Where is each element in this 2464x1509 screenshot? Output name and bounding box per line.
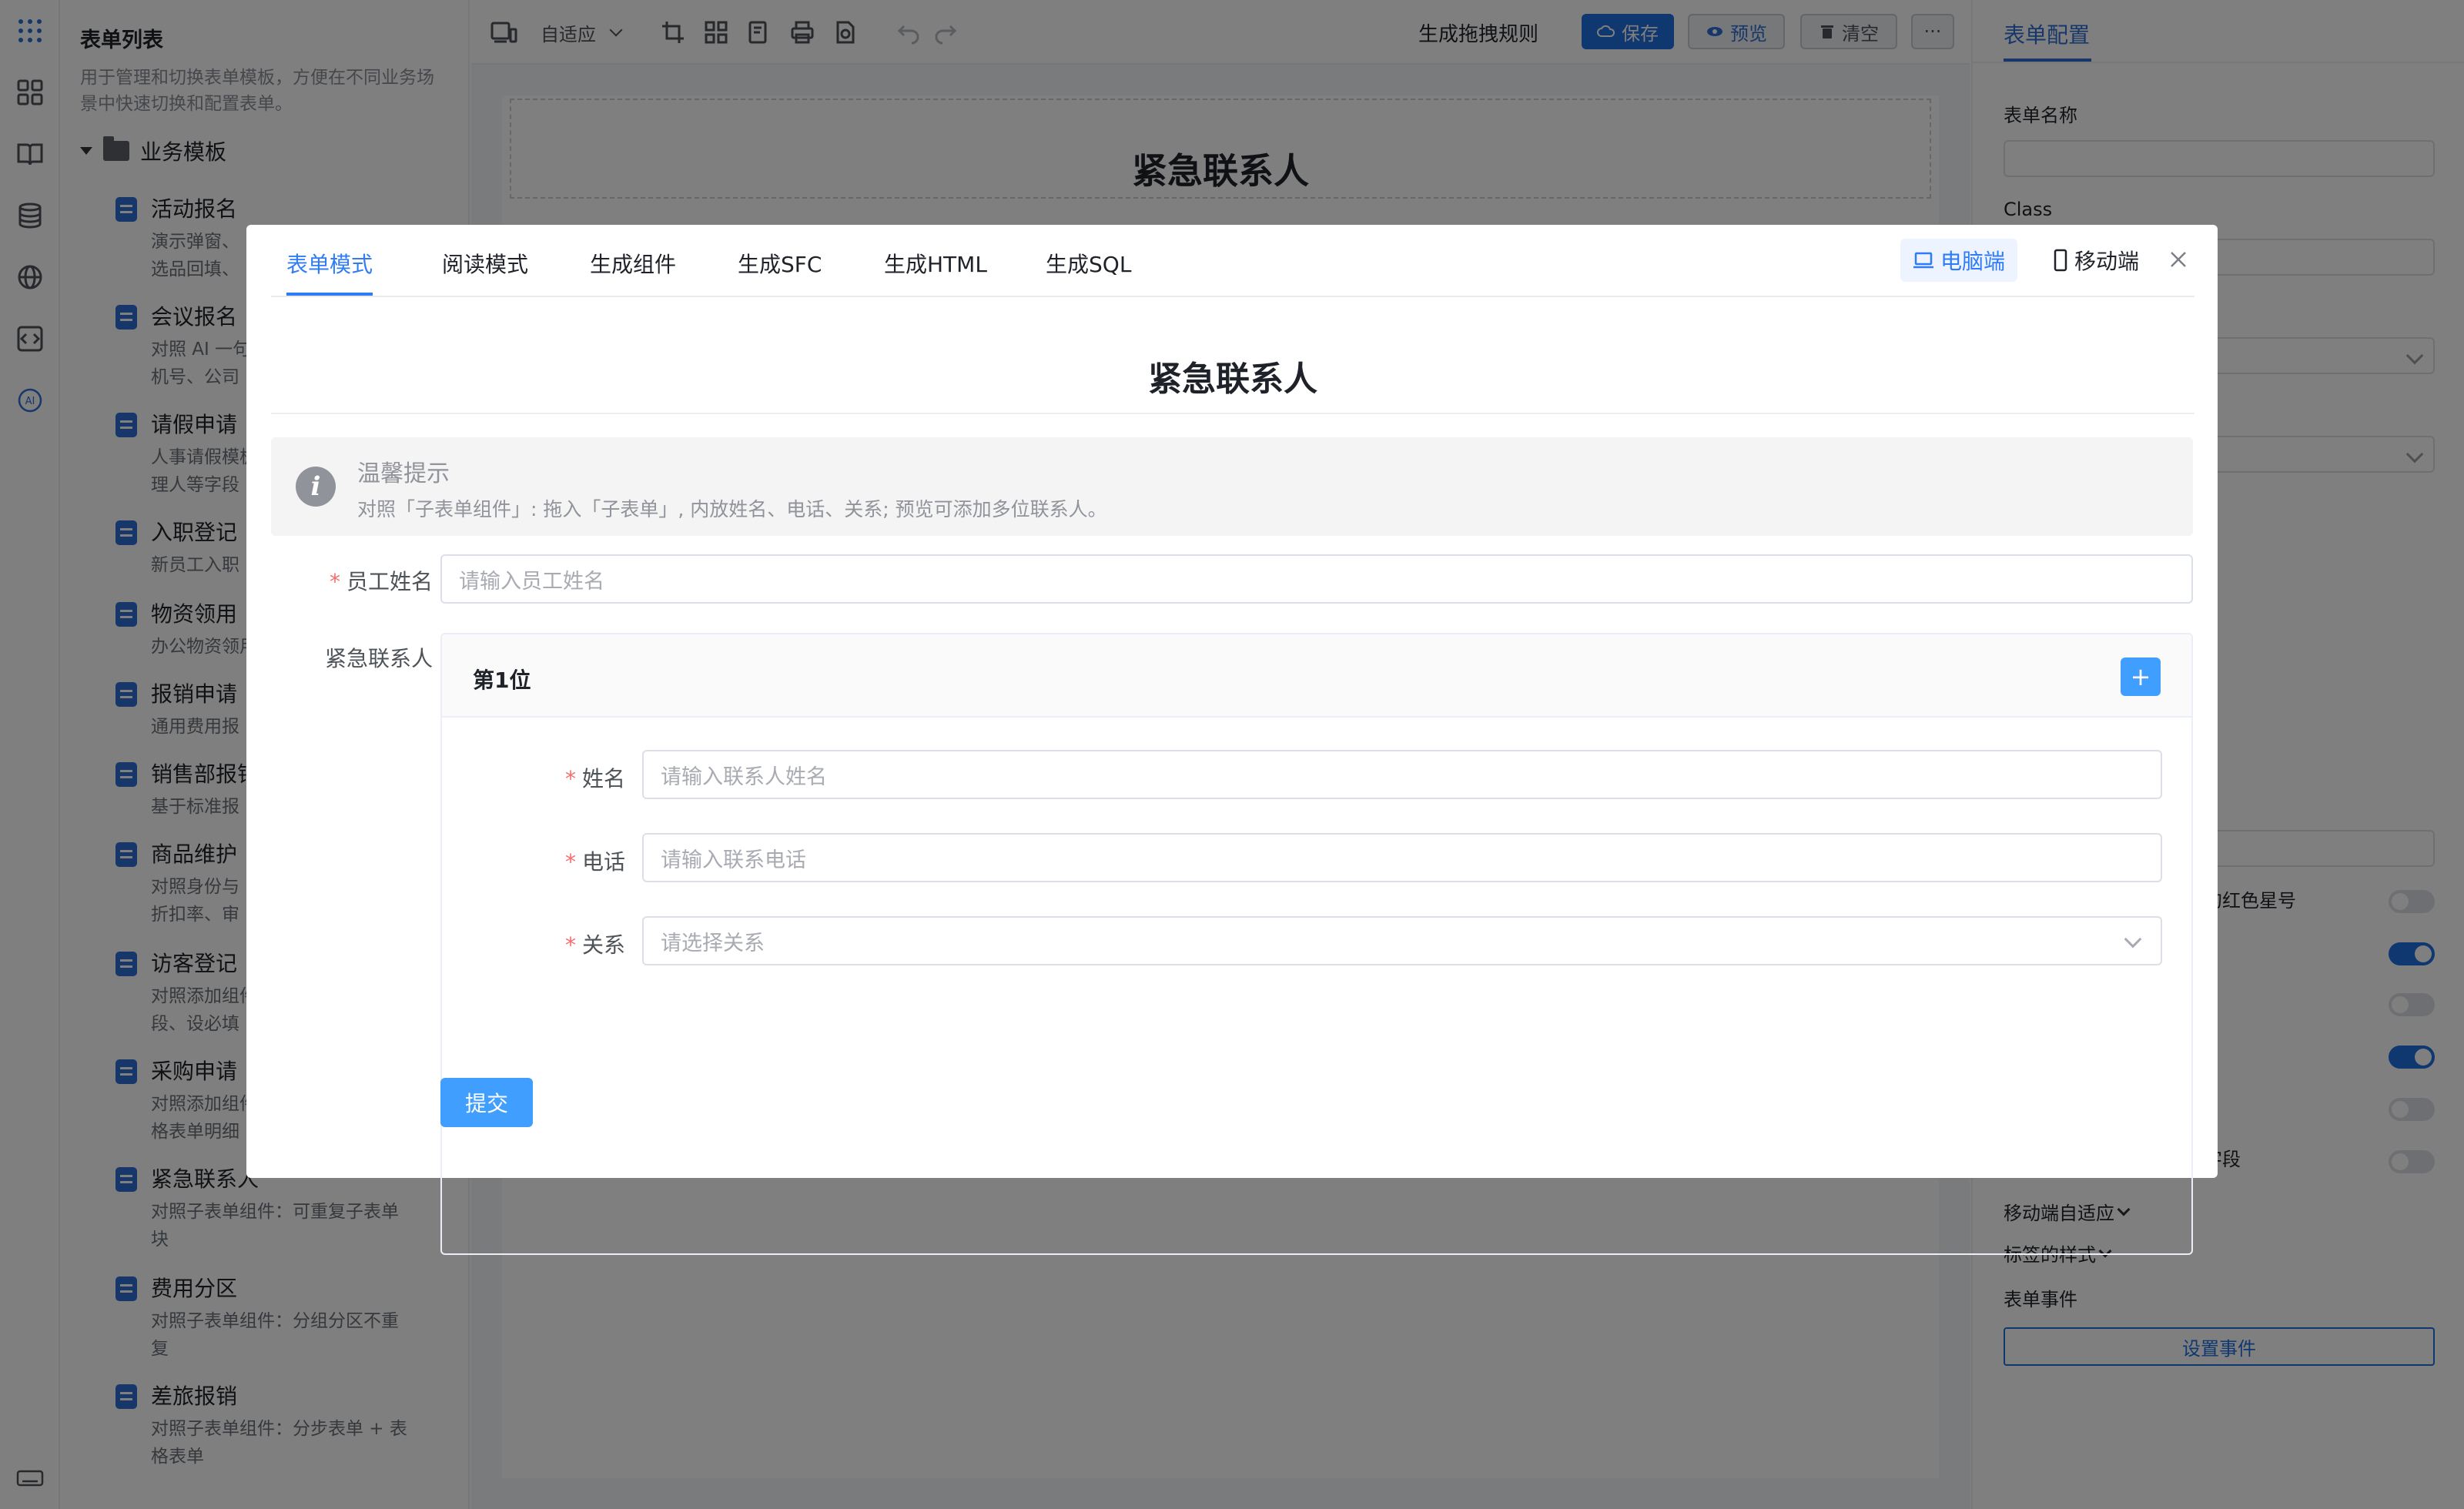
contact-phone-text: 电话: [581, 849, 625, 875]
subform-title: 第1位: [473, 668, 531, 693]
form-title: 紧急联系人: [1148, 360, 1317, 399]
mobile-button[interactable]: 移动端: [2040, 239, 2151, 282]
submit-button[interactable]: 提交: [440, 1078, 533, 1127]
employee-name-input[interactable]: 请输入员工姓名: [440, 554, 2193, 604]
active-tab-indicator: [286, 293, 373, 296]
relation-label: * 关系: [565, 928, 625, 959]
contact-name-label: * 姓名: [565, 762, 625, 793]
tab-form-mode[interactable]: 表单模式: [286, 248, 373, 279]
employee-name-text: 员工姓名: [346, 569, 433, 594]
tab-gen-sfc[interactable]: 生成SFC: [738, 248, 822, 279]
modal-tabs: 表单模式 阅读模式 生成组件 生成SFC 生成HTML 生成SQL 电脑端 移动…: [271, 225, 2194, 297]
emergency-contact-label: 紧急联系人: [324, 646, 433, 671]
add-contact-button[interactable]: +: [2121, 657, 2161, 696]
required-star-icon: *: [564, 849, 576, 875]
tab-gen-sql[interactable]: 生成SQL: [1046, 248, 1131, 279]
subform-header: 第1位 +: [442, 634, 2191, 718]
subform-card: 第1位 + * 姓名 请输入联系人姓名 * 电话 请输入联系电话 * 关系 请选择关系: [440, 633, 2193, 1255]
relation-select[interactable]: 请选择关系: [642, 916, 2162, 965]
laptop-icon: [1913, 252, 1933, 269]
desktop-label: 电脑端: [1940, 249, 2006, 274]
tab-gen-html[interactable]: 生成HTML: [884, 248, 987, 279]
tab-gen-component[interactable]: 生成组件: [590, 248, 676, 279]
contact-phone-label: * 电话: [565, 845, 625, 876]
title-divider: [271, 413, 2194, 414]
tip-text: 对照「子表单组件」: 拖入「子表单」, 内放姓名、电话、关系; 预览可添加多位联…: [357, 498, 1107, 520]
relation-placeholder: 请选择关系: [661, 931, 765, 955]
required-star-icon: *: [329, 569, 340, 594]
required-star-icon: *: [564, 766, 576, 791]
required-star-icon: *: [564, 932, 576, 958]
mobile-label: 移动端: [2074, 249, 2140, 274]
tip-alert: i 温馨提示 对照「子表单组件」: 拖入「子表单」, 内放姓名、电话、关系; 预…: [271, 437, 2193, 536]
contact-name-text: 姓名: [581, 766, 625, 791]
employee-name-label: * 员工姓名: [330, 565, 433, 596]
tab-read-mode[interactable]: 阅读模式: [442, 248, 528, 279]
desktop-button[interactable]: 电脑端: [1900, 239, 2018, 282]
contact-name-input[interactable]: 请输入联系人姓名: [642, 750, 2162, 799]
tip-title: 温馨提示: [357, 460, 450, 487]
info-icon: i: [296, 467, 336, 507]
relation-text: 关系: [581, 932, 625, 958]
close-icon[interactable]: [2167, 248, 2190, 271]
chevron-down-icon: [2124, 930, 2142, 949]
contact-phone-input[interactable]: 请输入联系电话: [642, 833, 2162, 882]
preview-modal: 表单模式 阅读模式 生成组件 生成SFC 生成HTML 生成SQL 电脑端 移动…: [246, 225, 2218, 1255]
phone-icon: [2054, 249, 2067, 272]
